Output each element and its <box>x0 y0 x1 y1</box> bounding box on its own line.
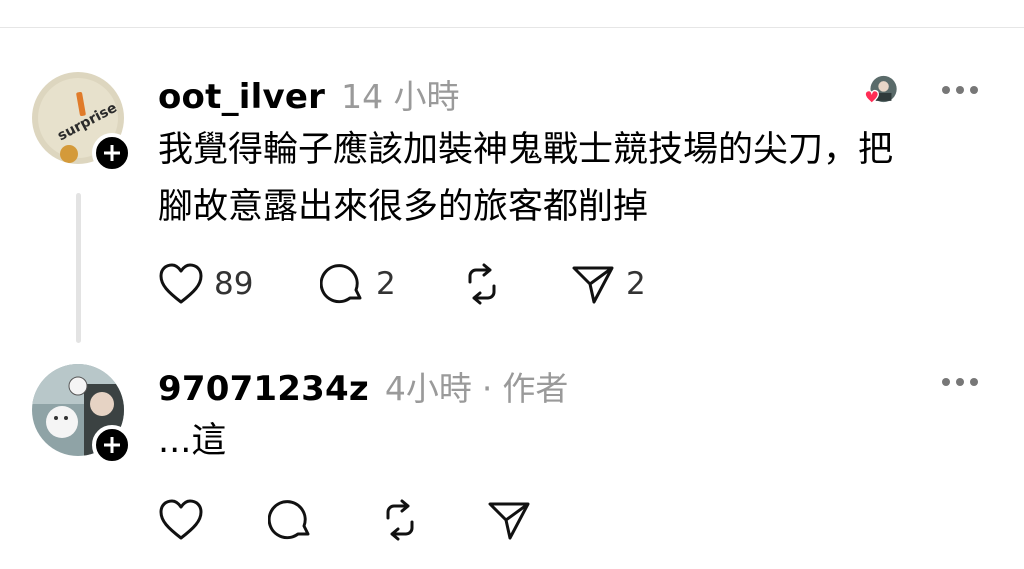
comment-body: ...這 <box>158 413 226 470</box>
more-icon[interactable] <box>942 378 978 386</box>
username[interactable]: oot_ilver <box>158 77 325 117</box>
author-liked-badge <box>864 75 897 104</box>
plus-icon <box>104 145 120 161</box>
repost-button[interactable] <box>378 498 486 542</box>
timestamp: 14 小時 <box>341 77 460 116</box>
action-bar <box>158 498 532 542</box>
like-count: 89 <box>214 266 254 302</box>
top-divider <box>0 27 1024 28</box>
comment-bubble-icon <box>268 500 310 540</box>
follow-plus-button[interactable] <box>92 425 132 465</box>
share-count: 2 <box>626 266 646 302</box>
comment-line: 腳故意露出來很多的旅客都削掉 <box>158 187 649 227</box>
author-badge: 作者 <box>502 369 569 408</box>
repost-icon <box>386 499 414 541</box>
comment-header: 97071234z 4小時 · 作者 <box>158 362 568 410</box>
meta-separator: · <box>481 369 493 408</box>
comment-body: 我覺得輪子應該加裝神鬼戰士競技場的尖刀，把 腳故意露出來很多的旅客都削掉 <box>158 122 893 236</box>
reply-button[interactable]: 2 <box>320 262 460 306</box>
comment-bubble-icon <box>320 264 362 304</box>
heart-icon <box>864 89 879 104</box>
share-button[interactable] <box>486 498 532 542</box>
comment-line: 我覺得輪子應該加裝神鬼戰士競技場的尖刀，把 <box>158 130 894 170</box>
comment-line: ...這 <box>158 421 227 461</box>
timestamp: 4小時 <box>384 369 472 408</box>
like-button[interactable]: 89 <box>158 262 320 306</box>
share-icon <box>572 266 614 304</box>
like-button[interactable] <box>158 498 268 542</box>
follow-plus-button[interactable] <box>92 133 132 173</box>
more-icon[interactable] <box>942 86 978 94</box>
heart-icon <box>159 263 203 304</box>
action-bar: 89 2 2 <box>158 262 646 306</box>
reply-count: 2 <box>376 266 396 302</box>
thread-line <box>76 193 81 343</box>
reply-button[interactable] <box>268 498 378 542</box>
repost-button[interactable] <box>460 262 570 306</box>
plus-icon <box>104 437 120 453</box>
comment-header: oot_ilver 14 小時 <box>158 70 460 118</box>
heart-icon <box>159 499 203 540</box>
share-icon <box>488 502 530 540</box>
username[interactable]: 97071234z <box>158 369 369 409</box>
share-button[interactable]: 2 <box>570 262 646 306</box>
repost-icon <box>468 263 496 305</box>
